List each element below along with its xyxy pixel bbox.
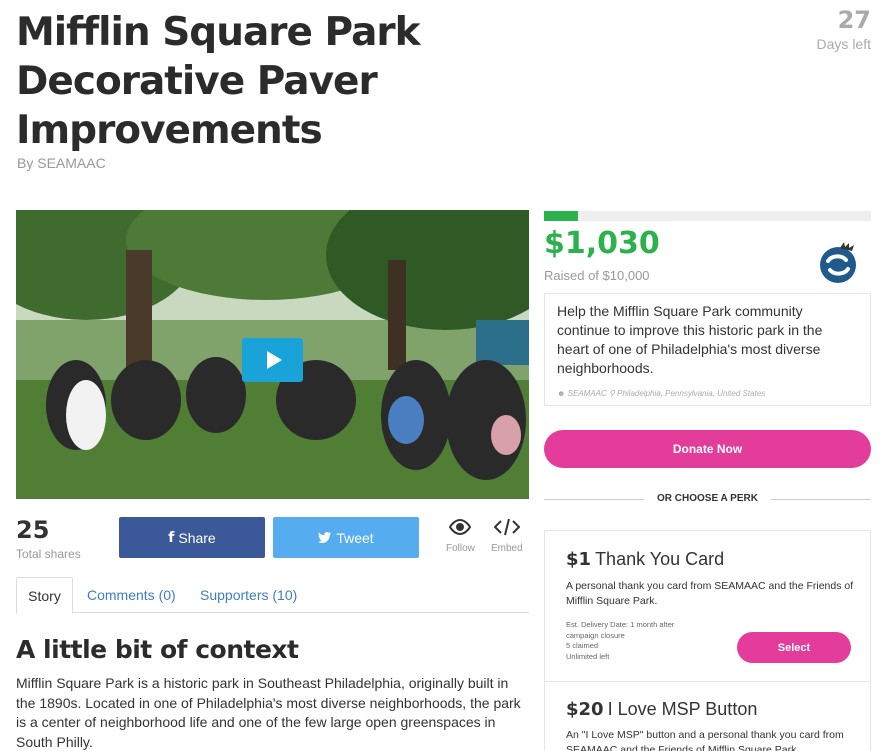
code-icon (493, 518, 521, 536)
perk-divider: OR CHOOSE A PERK (544, 492, 871, 506)
perk-delivery: Est. Delivery Date: 1 month after campai… (566, 620, 675, 640)
twitter-tweet-button[interactable]: Tweet (273, 517, 419, 558)
days-left: 27 Days left (817, 6, 871, 52)
embed-label: Embed (491, 543, 523, 554)
play-icon (266, 351, 282, 369)
user-icon: ☻ (557, 389, 566, 398)
campaign-video[interactable] (16, 210, 529, 499)
facebook-icon: f (168, 529, 175, 546)
perk-name: I Love MSP Button (607, 699, 758, 719)
follow-button[interactable]: Follow (446, 518, 475, 554)
play-button[interactable] (242, 338, 303, 382)
map-pin-icon: ⚲ (609, 389, 615, 398)
tab-supporters[interactable]: Supporters (10) (200, 577, 297, 613)
perk-separator (545, 681, 870, 682)
tab-comments[interactable]: Comments (0) (87, 577, 176, 613)
perk-details: Est. Delivery Date: 1 month after campai… (566, 620, 696, 662)
amount-raised: $1,030 (544, 226, 660, 261)
funding-progress-bar (544, 211, 871, 221)
campaign-title: Mifflin Square Park Decorative Paver Imp… (16, 10, 421, 153)
story-heading: A little bit of context (16, 635, 299, 664)
story-tabs: Story Comments (0) Supporters (10) (16, 577, 529, 614)
perks-list: $1 Thank You Card A personal thank you ca… (544, 530, 871, 751)
days-left-number: 27 (837, 6, 871, 34)
perk-description: A personal thank you card from SEAMAAC a… (566, 580, 854, 607)
perk-divider-label: OR CHOOSE A PERK (657, 493, 758, 504)
funding-progress-fill (544, 211, 578, 221)
twitter-icon (318, 532, 332, 543)
eye-icon (449, 518, 472, 536)
perk-amount: $20 (566, 699, 604, 720)
perk-title: $1 Thank You Card (566, 549, 724, 570)
campaign-description: Help the Mifflin Square Park community c… (557, 303, 823, 376)
perk-limit: Unlimited left (566, 651, 610, 661)
funding-goal: Raised of $10,000 (544, 268, 650, 283)
campaign-meta: ☻ SEAMAAC ⚲ Philadelphia, Pennsylvania, … (557, 389, 858, 398)
total-shares-label: Total shares (16, 547, 81, 561)
campaign-summary: Help the Mifflin Square Park community c… (544, 293, 871, 406)
perk-description: An "I Love MSP" button and a personal th… (566, 729, 844, 751)
days-left-label: Days left (816, 36, 871, 52)
campaign-byline: By SEAMAAC (17, 155, 106, 171)
perk-claimed: 5 claimed (566, 641, 599, 650)
total-shares-count: 25 (16, 516, 50, 544)
facebook-share-label: Share (178, 529, 216, 546)
donate-now-button[interactable]: Donate Now (544, 430, 871, 468)
facebook-share-button[interactable]: f Share (119, 517, 265, 558)
story-body: Mifflin Square Park is a historic park i… (16, 675, 521, 750)
tab-story[interactable]: Story (16, 577, 73, 614)
select-perk-button[interactable]: Select (737, 632, 851, 663)
campaign-owner[interactable]: SEAMAAC (568, 389, 607, 398)
perk-amount: $1 (566, 549, 592, 570)
campaign-location: Philadelphia, Pennsylvania, United State… (617, 389, 766, 398)
embed-button[interactable]: Embed (491, 518, 523, 554)
twitter-tweet-label: Tweet (336, 529, 374, 546)
perk-title: $20 I Love MSP Button (566, 699, 757, 720)
perk-name: Thank You Card (595, 549, 725, 569)
follow-label: Follow (446, 543, 475, 554)
organization-logo (814, 239, 862, 287)
